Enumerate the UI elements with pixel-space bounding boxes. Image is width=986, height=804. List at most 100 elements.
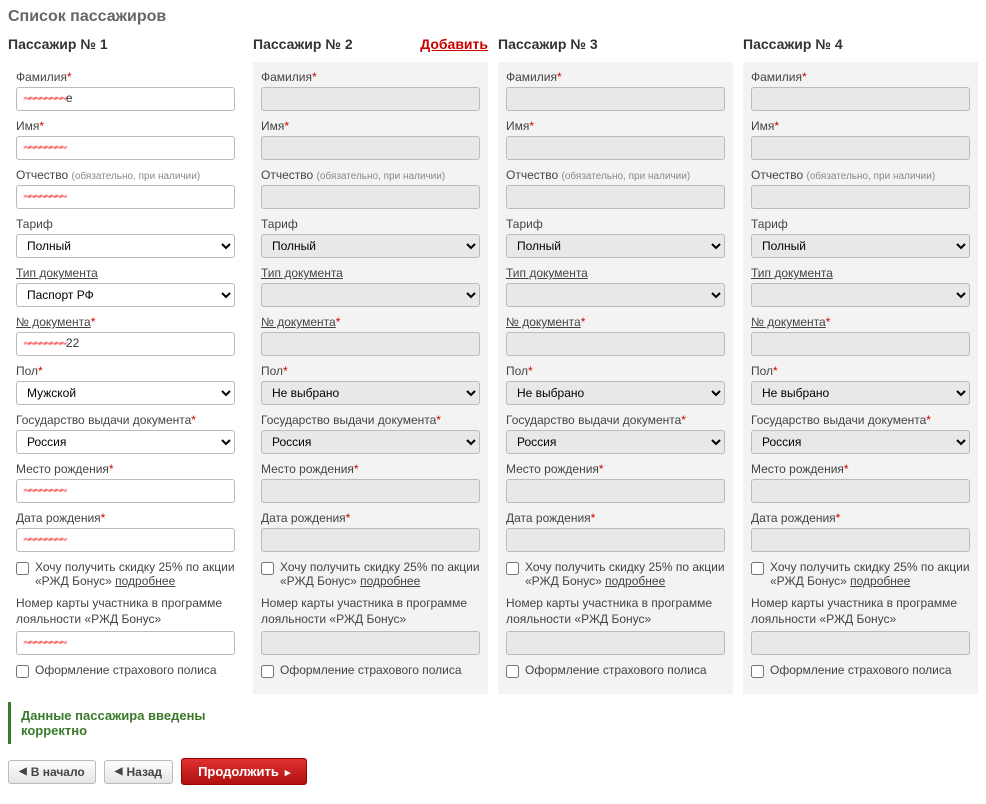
discount-more-link[interactable]: подробнее (115, 574, 175, 588)
patronymic-label: Отчество (обязательно, при наличии) (506, 168, 725, 182)
name-input[interactable] (506, 136, 725, 160)
doc_country-select[interactable]: Россия (261, 430, 480, 454)
birthdate-input[interactable] (751, 528, 970, 552)
birthplace-input[interactable] (261, 479, 480, 503)
insurance-checkbox[interactable] (751, 665, 764, 678)
birthplace-label: Место рождения* (751, 462, 970, 476)
passenger-panel: Фамилия*Имя*Отчество (обязательно, при н… (498, 62, 733, 694)
passenger-column-4: Пассажир № 4Фамилия*Имя*Отчество (обязат… (743, 34, 978, 694)
birthplace-label: Место рождения* (506, 462, 725, 476)
discount-label: Хочу получить скидку 25% по акции «РЖД Б… (35, 560, 235, 588)
discount-checkbox[interactable] (751, 562, 764, 575)
doc_type-label: Тип документа (261, 266, 480, 280)
discount-checkbox[interactable] (261, 562, 274, 575)
patronymic-label: Отчество (обязательно, при наличии) (261, 168, 480, 182)
tariff-select[interactable]: Полный (506, 234, 725, 258)
name-label: Имя* (261, 119, 480, 133)
tariff-label: Тариф (16, 217, 235, 231)
insurance-label: Оформление страхового полиса (525, 663, 707, 677)
name-label: Имя* (506, 119, 725, 133)
patronymic-input[interactable] (261, 185, 480, 209)
bonus-card-input[interactable] (751, 631, 970, 655)
surname-input[interactable] (16, 87, 235, 111)
doc_country-select[interactable]: Россия (751, 430, 970, 454)
doc_country-select[interactable]: Россия (16, 430, 235, 454)
gender-select[interactable]: Не выбрано (506, 381, 725, 405)
chevron-left-icon: ◀ (115, 766, 123, 777)
birthplace-input[interactable] (16, 479, 235, 503)
page-title: Список пассажиров (8, 8, 978, 26)
tariff-select[interactable]: Полный (16, 234, 235, 258)
discount-more-link[interactable]: подробнее (850, 574, 910, 588)
doc_number-input[interactable] (261, 332, 480, 356)
bonus-card-input[interactable] (16, 631, 235, 655)
birthdate-label: Дата рождения* (506, 511, 725, 525)
birthdate-input[interactable] (506, 528, 725, 552)
gender-select[interactable]: Мужской (16, 381, 235, 405)
birthplace-input[interactable] (506, 479, 725, 503)
tariff-select[interactable]: Полный (751, 234, 970, 258)
tariff-select[interactable]: Полный (261, 234, 480, 258)
doc_number-input[interactable] (16, 332, 235, 356)
doc_type-select[interactable] (506, 283, 725, 307)
bonus-card-label: Номер карты участника в программе лояльн… (506, 596, 725, 627)
discount-label: Хочу получить скидку 25% по акции «РЖД Б… (280, 560, 480, 588)
doc_number-label: № документа* (506, 315, 725, 329)
name-input[interactable] (751, 136, 970, 160)
bonus-card-input[interactable] (261, 631, 480, 655)
surname-label: Фамилия* (16, 70, 235, 84)
passenger-columns: Пассажир № 1Фамилия*~~~~~~~~eИмя*~~~~~~~… (8, 34, 978, 694)
insurance-checkbox[interactable] (16, 665, 29, 678)
doc_type-select[interactable] (261, 283, 480, 307)
birthplace-label: Место рождения* (261, 462, 480, 476)
nav-start-button[interactable]: ◀В начало (8, 760, 96, 784)
nav-continue-button[interactable]: Продолжить (181, 758, 307, 785)
name-input[interactable] (16, 136, 235, 160)
insurance-checkbox-row: Оформление страхового полиса (16, 663, 235, 678)
surname-label: Фамилия* (261, 70, 480, 84)
nav-back-button[interactable]: ◀Назад (104, 760, 173, 784)
discount-checkbox-row: Хочу получить скидку 25% по акции «РЖД Б… (751, 560, 970, 588)
surname-input[interactable] (261, 87, 480, 111)
name-input[interactable] (261, 136, 480, 160)
insurance-checkbox[interactable] (261, 665, 274, 678)
birthdate-input[interactable] (261, 528, 480, 552)
gender-select[interactable]: Не выбрано (751, 381, 970, 405)
patronymic-input[interactable] (16, 185, 235, 209)
discount-more-link[interactable]: подробнее (605, 574, 665, 588)
add-passenger-link[interactable]: Добавить (420, 36, 488, 52)
patronymic-label: Отчество (обязательно, при наличии) (16, 168, 235, 182)
insurance-checkbox[interactable] (506, 665, 519, 678)
passenger-panel: Фамилия*~~~~~~~~eИмя*~~~~~~~~Отчество (о… (8, 62, 243, 694)
bonus-card-label: Номер карты участника в программе лояльн… (261, 596, 480, 627)
doc_number-label: № документа* (261, 315, 480, 329)
doc_type-select[interactable]: Паспорт РФ (16, 283, 235, 307)
discount-checkbox[interactable] (506, 562, 519, 575)
gender-label: Пол* (261, 364, 480, 378)
birthdate-input[interactable] (16, 528, 235, 552)
doc_number-input[interactable] (506, 332, 725, 356)
gender-select[interactable]: Не выбрано (261, 381, 480, 405)
bonus-card-input[interactable] (506, 631, 725, 655)
surname-input[interactable] (506, 87, 725, 111)
doc_country-select[interactable]: Россия (506, 430, 725, 454)
birthplace-input[interactable] (751, 479, 970, 503)
bonus-card-label: Номер карты участника в программе лояльн… (16, 596, 235, 627)
tariff-label: Тариф (261, 217, 480, 231)
discount-more-link[interactable]: подробнее (360, 574, 420, 588)
passenger-header: Пассажир № 2Добавить (253, 34, 488, 54)
surname-input[interactable] (751, 87, 970, 111)
doc_country-label: Государство выдачи документа* (16, 413, 235, 427)
insurance-label: Оформление страхового полиса (280, 663, 462, 677)
discount-checkbox[interactable] (16, 562, 29, 575)
insurance-label: Оформление страхового полиса (770, 663, 952, 677)
doc_number-input[interactable] (751, 332, 970, 356)
doc_number-label: № документа* (751, 315, 970, 329)
tariff-label: Тариф (751, 217, 970, 231)
doc_type-select[interactable] (751, 283, 970, 307)
patronymic-input[interactable] (506, 185, 725, 209)
doc_country-label: Государство выдачи документа* (261, 413, 480, 427)
insurance-label: Оформление страхового полиса (35, 663, 217, 677)
discount-label: Хочу получить скидку 25% по акции «РЖД Б… (770, 560, 970, 588)
patronymic-input[interactable] (751, 185, 970, 209)
